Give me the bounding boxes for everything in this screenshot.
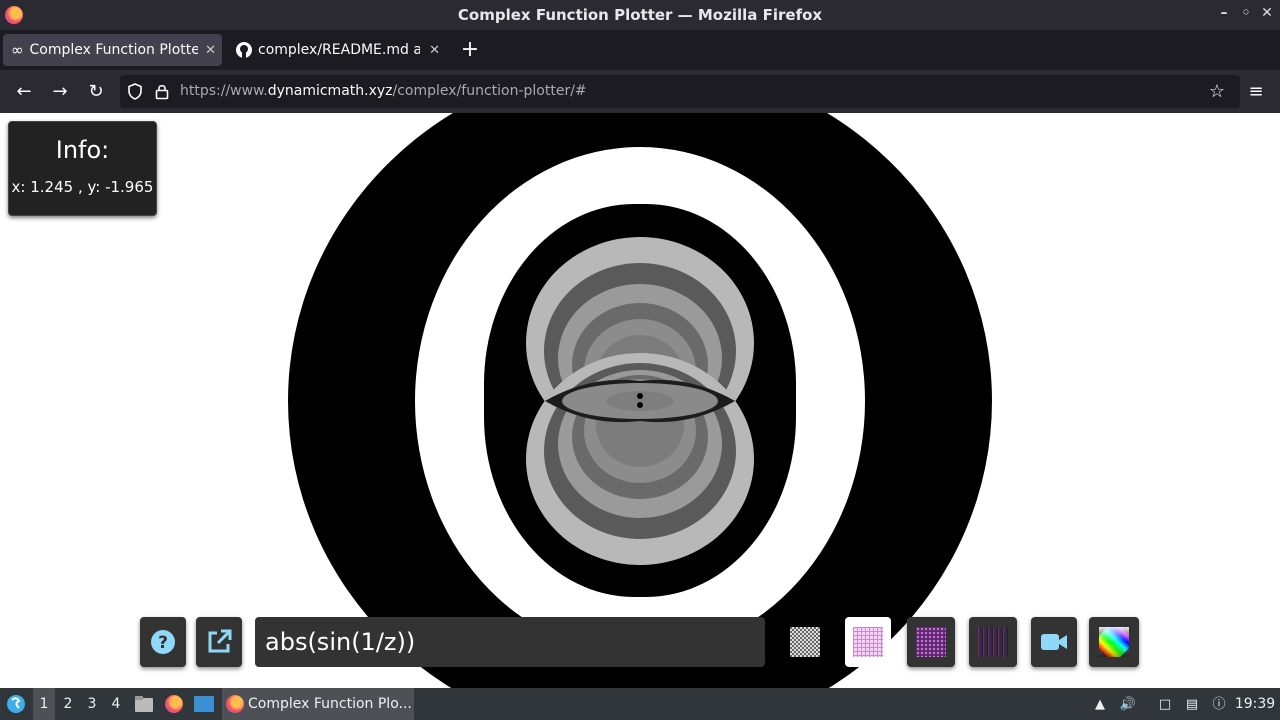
file-manager-icon[interactable] [134,688,154,720]
question-icon: ? [151,630,175,654]
tab-complex-function-plotter[interactable]: ∞ Complex Function Plotter ✕ [3,34,222,66]
firefox-launcher-icon[interactable] [164,688,184,720]
info-panel: Info: x: 1.245 , y: -1.965 [8,121,157,216]
navigation-bar: ← → ↻ https://www.dynamicmath.xyz/comple… [0,70,1280,113]
tab-bar: ∞ Complex Function Plotter ✕ complex/REA… [0,30,1280,70]
tab-close-icon[interactable]: ✕ [205,43,216,58]
tab-close-icon[interactable]: ✕ [429,43,440,58]
record-video-button[interactable] [1031,617,1077,667]
workspace-4[interactable]: 4 [105,688,127,720]
workspace-3[interactable]: 3 [81,688,103,720]
svg-text:?: ? [158,633,168,653]
grid-pattern-icon [853,627,883,657]
tab-label: complex/README.md at [258,42,420,58]
window-titlebar: Complex Function Plotter — Mozilla Firef… [0,0,1280,30]
share-button[interactable] [196,617,242,667]
forward-button[interactable]: → [48,80,72,104]
volume-icon[interactable]: 🔊 [1119,696,1137,714]
video-camera-icon [1041,634,1067,650]
close-icon[interactable]: ✕ [1258,5,1276,21]
network-icon[interactable]: ▤ [1183,696,1201,714]
info-title: Info: [55,136,110,164]
dots-pattern-icon [916,627,946,657]
function-plot-canvas[interactable] [0,113,1280,688]
function-input[interactable]: abs(sin(1/z)) [255,617,765,667]
url-prefix: https://www. [180,83,268,99]
url-text[interactable]: https://www.dynamicmath.xyz/complex/func… [180,83,587,99]
tab-label: Complex Function Plotter [29,42,198,58]
infinity-icon: ∞ [11,41,24,59]
minimize-icon[interactable]: – [1215,5,1233,21]
clock[interactable]: 19:39 [1234,688,1276,720]
page-content: Info: x: 1.245 , y: -1.965 ? abs(sin(1/z… [0,113,1280,688]
new-tab-button[interactable]: + [459,37,481,63]
terminal-icon[interactable] [193,688,215,720]
pattern-dots-button[interactable] [907,617,955,667]
tab-github-readme[interactable]: complex/README.md at ✕ [226,34,446,66]
pattern-lines-button[interactable] [969,617,1017,667]
lines-pattern-icon [978,627,1008,657]
reload-button[interactable]: ↻ [84,80,108,104]
shield-icon[interactable] [127,83,143,104]
taskbar-window-firefox[interactable]: Complex Function Plo... [222,688,414,720]
pattern-checker-button[interactable] [782,617,828,667]
maximize-icon[interactable]: ◦ [1237,5,1255,21]
tray-expand-icon[interactable]: ▲ [1091,696,1109,714]
firefox-icon[interactable] [5,6,23,24]
menu-icon[interactable]: ≡ [1244,80,1268,104]
color-wheel-icon [1099,627,1129,657]
workspace-1[interactable]: 1 [33,688,55,720]
clipboard-icon[interactable]: □ [1156,696,1174,714]
firefox-icon [226,695,244,713]
external-link-icon [208,629,232,653]
help-button[interactable]: ? [140,617,186,667]
github-icon [236,42,252,58]
back-button[interactable]: ← [12,80,36,104]
lock-icon[interactable] [155,83,169,104]
checker-pattern-icon [790,627,820,657]
url-bar[interactable]: https://www.dynamicmath.xyz/complex/func… [120,75,1240,108]
screen: Complex Function Plotter — Mozilla Firef… [0,0,1280,720]
updates-icon[interactable]: ⓘ [1210,696,1228,714]
pattern-grid-button[interactable] [845,617,891,667]
taskbar: 1 2 3 4 Complex Function Plo... ▲ 🔊 □ ▤ … [0,688,1280,720]
cursor-coordinates: x: 1.245 , y: -1.965 [11,178,154,196]
url-host: dynamicmath.xyz [267,83,393,99]
window-title: Complex Function Plotter — Mozilla Firef… [457,6,823,24]
bookmark-star-icon[interactable]: ☆ [1205,80,1229,104]
app-launcher-icon[interactable] [4,688,28,720]
url-path: /complex/function-plotter/# [392,83,587,99]
workspace-2[interactable]: 2 [57,688,79,720]
color-mode-button[interactable] [1089,617,1139,667]
taskbar-window-label: Complex Function Plo... [248,696,412,712]
